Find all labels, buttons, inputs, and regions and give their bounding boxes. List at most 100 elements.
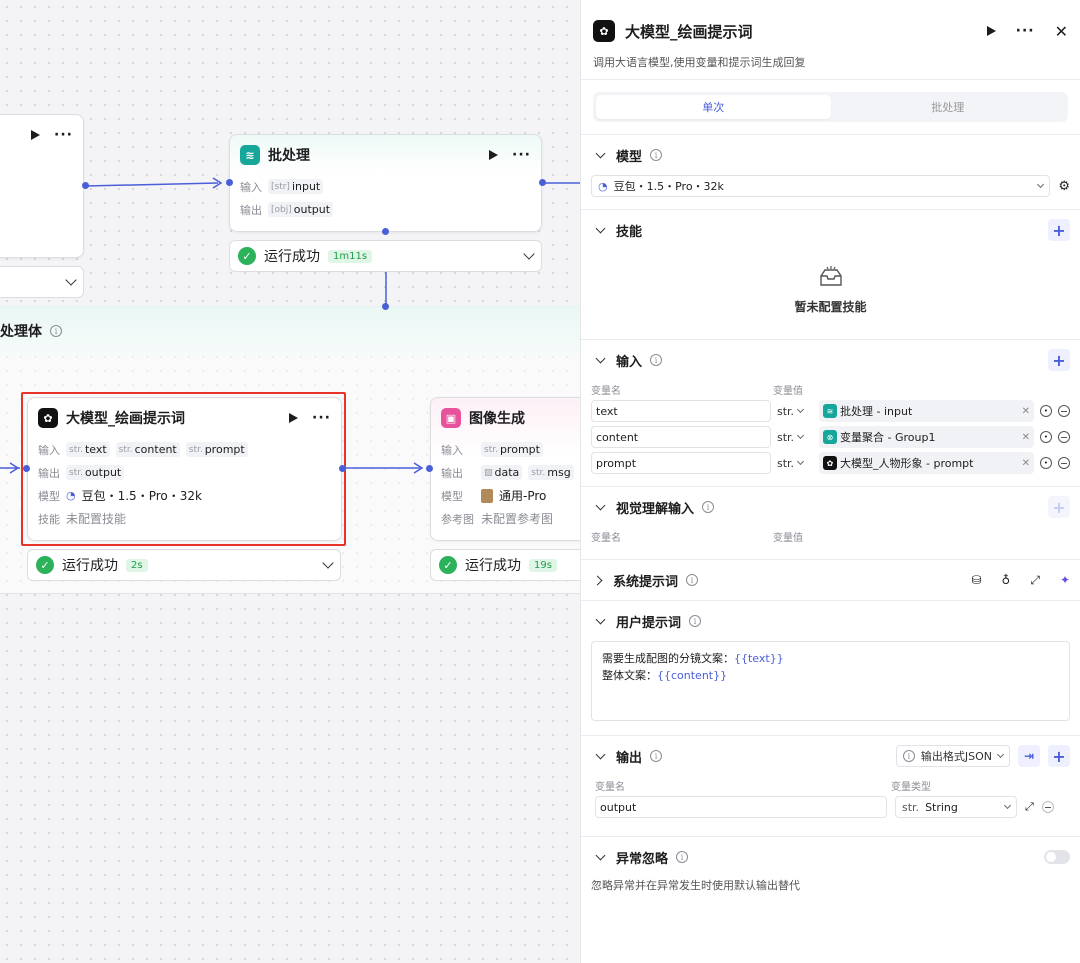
user-prompt-editor[interactable]: 需要生成配图的分镜文案：{{text}} 整体文案：{{content}}	[591, 641, 1070, 721]
template-icon[interactable]: ⛁	[971, 573, 981, 587]
status-text: 运行成功	[62, 558, 118, 574]
output-chip: str. msg	[528, 465, 574, 480]
remove-icon[interactable]	[1058, 457, 1070, 469]
lightbulb-icon[interactable]: ♁	[1002, 573, 1011, 587]
more-icon[interactable]: ···	[512, 147, 531, 163]
batch-node-status[interactable]: ✓ 运行成功 1m11s	[229, 240, 542, 272]
info-icon[interactable]: i	[650, 750, 663, 762]
more-icon[interactable]: ···	[1016, 23, 1035, 39]
output-format-select[interactable]: i 输出格式JSON	[895, 745, 1010, 767]
tab-batch[interactable]: 批处理	[831, 95, 1066, 119]
output-port[interactable]	[339, 465, 346, 472]
clear-icon[interactable]: ✕	[1022, 458, 1030, 469]
batch-node[interactable]: ≋ 批处理 ··· 输入 [str] input 输出 [obj] output	[229, 134, 542, 232]
close-icon[interactable]: ✕	[1055, 22, 1068, 41]
info-icon[interactable]: i	[650, 149, 663, 161]
more-icon[interactable]: ···	[54, 127, 73, 143]
run-icon[interactable]	[986, 26, 996, 36]
input-row: text str. ≋ 批处理 - input ✕ •	[591, 398, 1070, 424]
output-section: 输出 i i 输出格式JSON ⇥ + 变量名 变量类型 output str. Str…	[581, 735, 1080, 836]
llm-node[interactable]: ✿ 大模型_绘画提示词 ··· 输入 str. text str. content …	[27, 397, 342, 541]
var-name-input[interactable]: text	[591, 400, 771, 422]
previous-node-status[interactable]	[0, 266, 84, 298]
var-name-input[interactable]: prompt	[591, 452, 771, 474]
var-ref-chip[interactable]: ≋ 批处理 - input ✕	[819, 400, 1034, 422]
settings-icon[interactable]: •	[1040, 457, 1052, 469]
input-port[interactable]	[23, 465, 30, 472]
input-port[interactable]	[226, 179, 233, 186]
output-name-input[interactable]: output	[595, 796, 887, 818]
type-select[interactable]: str.	[777, 405, 813, 418]
type-select[interactable]: str.	[777, 457, 813, 470]
chevron-down-icon[interactable]	[523, 248, 535, 260]
mode-tabs: 单次 批处理	[593, 92, 1068, 122]
info-icon[interactable]: i	[689, 615, 702, 627]
output-port[interactable]	[539, 179, 546, 186]
previous-node[interactable]: ···	[0, 114, 84, 258]
chevron-down-icon[interactable]	[595, 749, 606, 760]
info-icon[interactable]: i	[650, 354, 663, 366]
import-icon[interactable]: ⇥	[1018, 745, 1040, 767]
var-name-input[interactable]: content	[591, 426, 771, 448]
add-input-button[interactable]: +	[1048, 349, 1070, 371]
gear-icon[interactable]: ⚙	[1058, 179, 1070, 194]
add-output-button[interactable]: +	[1048, 745, 1070, 767]
info-icon[interactable]: i	[676, 851, 689, 863]
chevron-down-icon[interactable]	[65, 274, 77, 286]
model-select[interactable]: ◔ 豆包・1.5・Pro・32k	[591, 175, 1051, 197]
workflow-canvas[interactable]: 处理体 i ··· ≋ 批处理 ··· 输入 [str] input 输出 [ob…	[0, 0, 580, 963]
status-time-badge: 19s	[529, 558, 557, 572]
input-chip: str. prompt	[185, 442, 248, 457]
chevron-down-icon[interactable]	[595, 148, 606, 159]
settings-icon[interactable]: •	[1040, 405, 1052, 417]
output-label: 输出	[240, 203, 262, 217]
add-vision-button[interactable]: +	[1048, 496, 1070, 518]
run-icon[interactable]	[31, 130, 41, 140]
expand-icon[interactable]: ⤢	[1025, 800, 1034, 814]
ref-label: 参考图	[441, 512, 474, 526]
output-chip: ▨ data	[481, 465, 523, 480]
var-ref-chip[interactable]: ⊗ 变量聚合 - Group1 ✕	[819, 426, 1034, 448]
run-icon[interactable]	[489, 150, 499, 160]
model-logo-icon: ✿	[823, 456, 837, 470]
clear-icon[interactable]: ✕	[1022, 432, 1030, 443]
remove-icon[interactable]	[1058, 405, 1070, 417]
chevron-down-icon[interactable]	[595, 223, 606, 234]
add-skill-button[interactable]: +	[1048, 219, 1070, 241]
input-port[interactable]	[426, 465, 433, 472]
clear-icon[interactable]: ✕	[1022, 406, 1030, 417]
chevron-down-icon[interactable]	[595, 500, 606, 511]
remove-icon[interactable]	[1058, 431, 1070, 443]
expand-icon[interactable]: ⤢	[1030, 573, 1040, 588]
chevron-right-icon[interactable]	[592, 575, 603, 585]
tab-single[interactable]: 单次	[596, 95, 831, 119]
llm-node-status[interactable]: ✓ 运行成功 2s	[27, 549, 341, 581]
info-icon[interactable]: i	[686, 574, 699, 586]
check-icon: ✓	[36, 556, 54, 574]
type-select[interactable]: str.	[777, 431, 813, 444]
info-icon[interactable]: i	[702, 501, 715, 513]
doubao-icon: ◔	[598, 179, 608, 193]
image-node-status[interactable]: ✓ 运行成功 19s	[430, 549, 580, 581]
chevron-down-icon[interactable]	[595, 850, 606, 861]
run-icon[interactable]	[289, 413, 299, 423]
more-icon[interactable]: ···	[312, 410, 331, 426]
var-ref-chip[interactable]: ✿ 大模型_人物形象 - prompt ✕	[819, 452, 1034, 474]
status-time-badge: 2s	[126, 558, 148, 572]
model-label: 模型	[441, 489, 463, 503]
output-type-select[interactable]: str. String	[895, 796, 1017, 818]
remove-icon[interactable]	[1041, 801, 1054, 813]
settings-icon[interactable]: •	[1040, 431, 1052, 443]
image-gen-node[interactable]: ▣ 图像生成 输入 str. prompt 输出 ▨ data str. msg 模型…	[430, 397, 580, 541]
chevron-down-icon[interactable]	[322, 557, 334, 569]
error-ignore-toggle[interactable]	[1044, 850, 1070, 864]
output-port[interactable]	[82, 182, 89, 189]
chevron-down-icon[interactable]	[595, 353, 606, 364]
ai-sparkle-icon[interactable]: ✦	[1060, 573, 1070, 587]
body-port[interactable]	[382, 228, 389, 235]
chevron-down-icon[interactable]	[595, 614, 606, 625]
input-row: content str. ⊗ 变量聚合 - Group1 ✕ •	[591, 424, 1070, 450]
body-port[interactable]	[382, 303, 389, 310]
section-title: 模型	[616, 149, 643, 165]
skills-empty-text: 暂未配置技能	[794, 300, 867, 314]
